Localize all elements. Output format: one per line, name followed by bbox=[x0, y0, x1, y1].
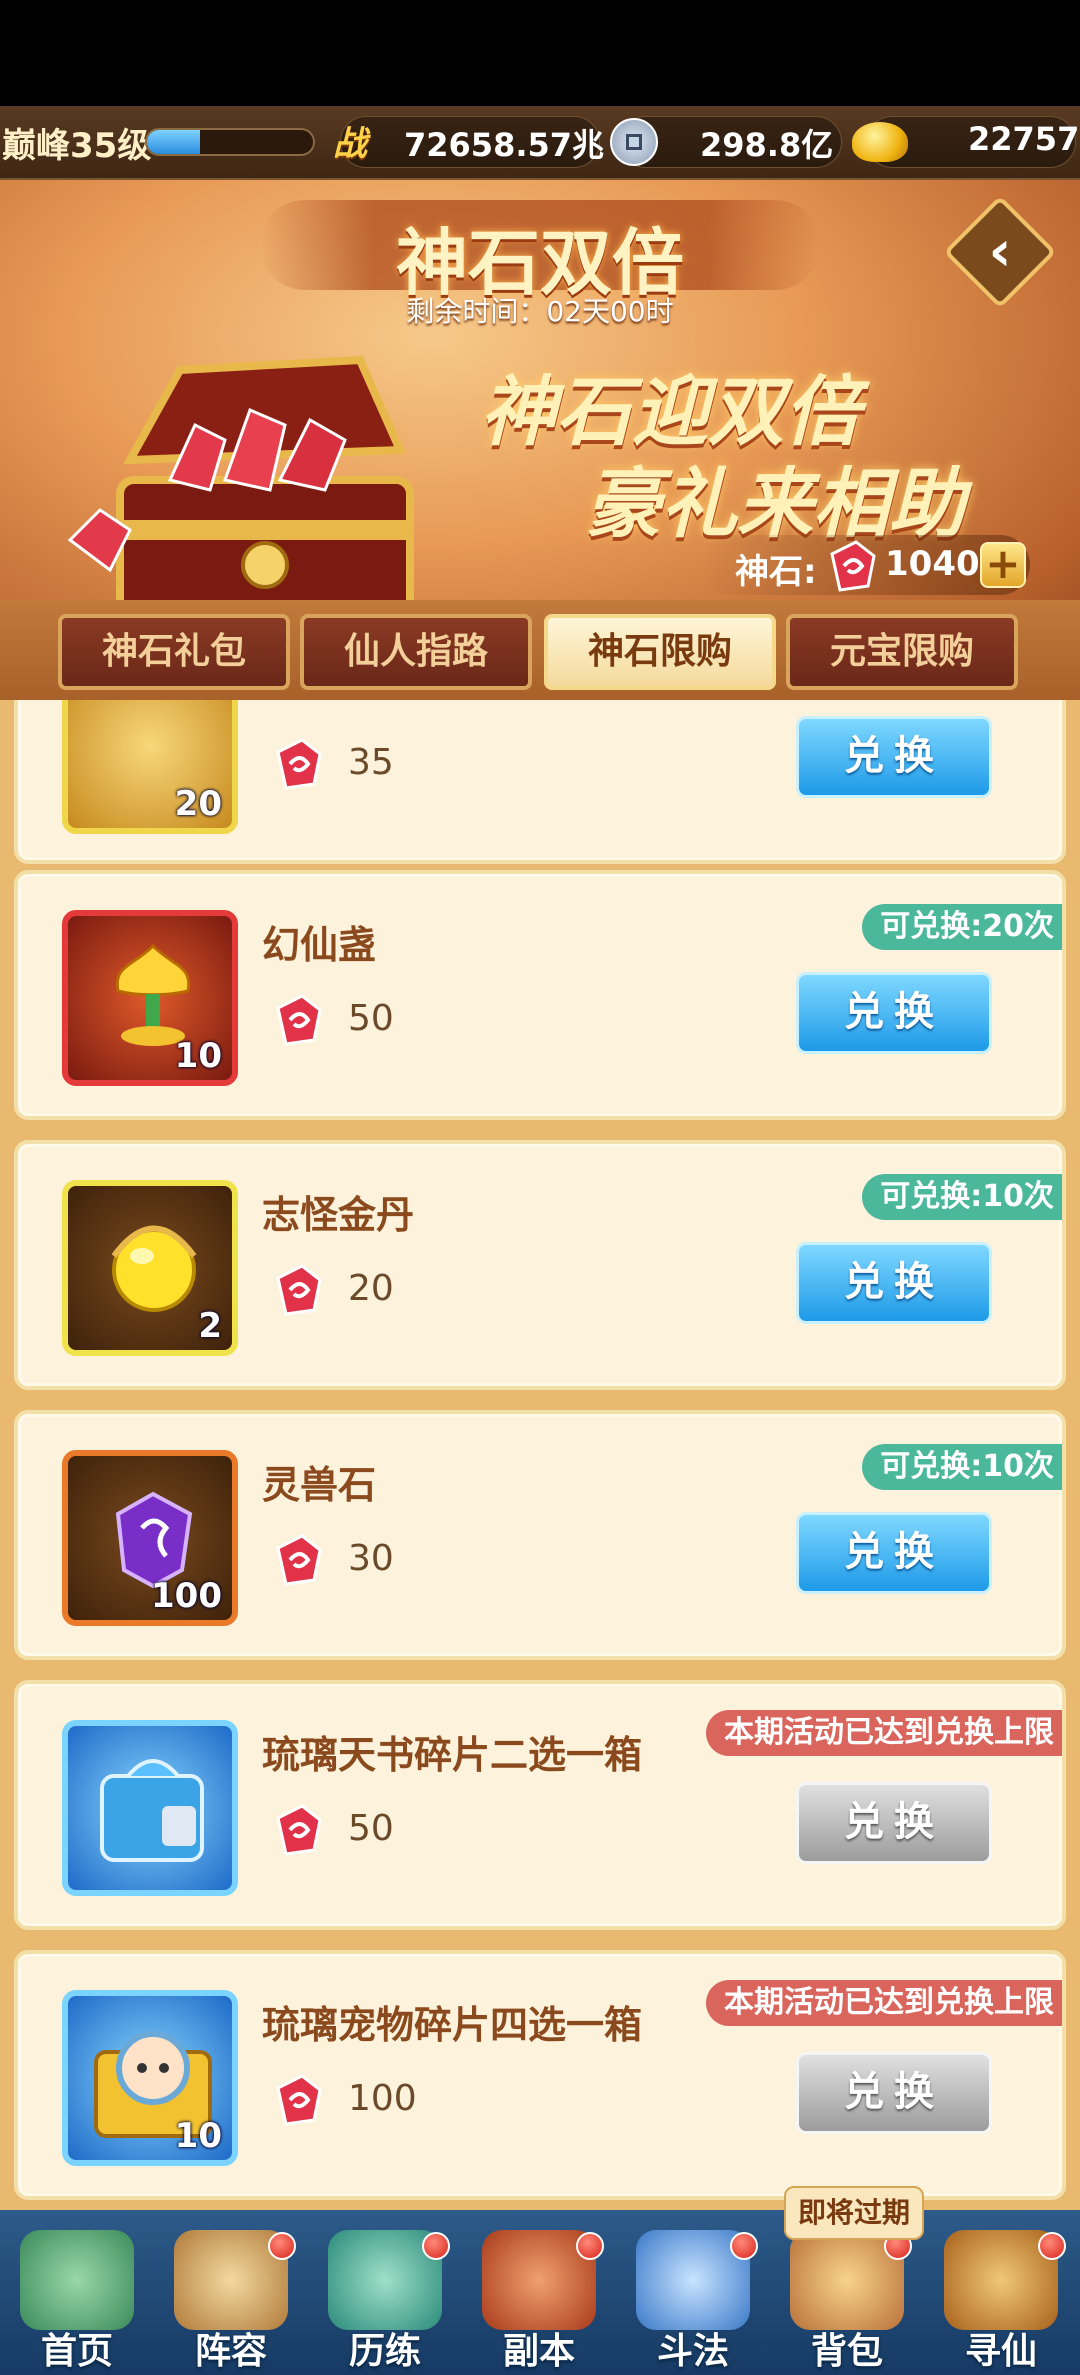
list-item: 2 志怪金丹 可兑换:10次 20 兑换 bbox=[14, 1140, 1066, 1390]
item-name: 志怪金丹 bbox=[262, 1193, 415, 1237]
nav-seek[interactable]: 寻仙 bbox=[924, 2210, 1078, 2375]
nav-label: 副本 bbox=[502, 2331, 575, 2372]
notification-dot bbox=[1038, 2232, 1066, 2260]
item-name: 琉璃宠物碎片四选一箱 bbox=[262, 2003, 643, 2047]
item-list[interactable]: 20 35 兑换 10 幻仙盏 可兑换:20次 50 兑换 2 志怪金丹 可兑换… bbox=[0, 700, 1080, 2210]
gold-ingot-icon bbox=[852, 122, 908, 162]
back-arrow-icon[interactable]: ‹ bbox=[968, 216, 1032, 288]
nav-dungeon[interactable]: 副本 bbox=[462, 2210, 616, 2375]
nav-home[interactable]: 首页 bbox=[0, 2210, 154, 2375]
item-icon: 10 bbox=[62, 1990, 238, 2166]
exchange-limit-badge: 本期活动已达到兑换上限 bbox=[706, 1710, 1062, 1756]
nav-battle[interactable]: 斗法 bbox=[616, 2210, 770, 2375]
item-icon: 100 bbox=[62, 1450, 238, 1626]
stone-label: 神石: bbox=[735, 552, 817, 592]
stone-gem-icon bbox=[830, 540, 876, 592]
notification-dot bbox=[576, 2232, 604, 2260]
item-name: 灵兽石 bbox=[262, 1463, 377, 1507]
item-cost: 50 bbox=[348, 998, 394, 1039]
item-name: 幻仙盏 bbox=[262, 923, 377, 967]
stone-gem-icon bbox=[276, 1804, 322, 1856]
exchange-button-disabled[interactable]: 兑换 bbox=[796, 1782, 992, 1864]
player-level: 巅峰35级 bbox=[2, 126, 152, 166]
top-status-bar: 巅峰35级 战 72658.57兆 298.8亿 22757 bbox=[0, 106, 1080, 180]
exchange-limit-badge: 可兑换:10次 bbox=[862, 1174, 1062, 1220]
list-item: 100 灵兽石 可兑换:10次 30 兑换 bbox=[14, 1410, 1066, 1660]
tab-stone-gift[interactable]: 神石礼包 bbox=[58, 614, 290, 690]
silver-value: 298.8亿 bbox=[700, 126, 834, 164]
nav-label: 寻仙 bbox=[964, 2331, 1037, 2372]
item-count: 100 bbox=[151, 1576, 222, 1616]
nav-label: 背包 bbox=[810, 2331, 883, 2372]
notification-dot bbox=[422, 2232, 450, 2260]
item-icon: 2 bbox=[62, 1180, 238, 1356]
exchange-button[interactable]: 兑换 bbox=[796, 716, 992, 798]
item-cost: 35 bbox=[348, 742, 394, 783]
item-cost: 100 bbox=[348, 2078, 417, 2119]
stone-gem-icon bbox=[276, 1264, 322, 1316]
exchange-button-disabled[interactable]: 兑换 bbox=[796, 2052, 992, 2134]
exp-bar-fill bbox=[147, 130, 201, 154]
golden-pill-icon bbox=[111, 1225, 197, 1312]
remaining-time: 剩余时间：02天00时 bbox=[406, 295, 674, 328]
item-cost: 50 bbox=[348, 1808, 394, 1849]
stone-gem-icon bbox=[276, 738, 322, 790]
gold-value: 22757 bbox=[968, 120, 1080, 158]
home-icon bbox=[20, 2230, 134, 2330]
item-count: 10 bbox=[174, 2116, 222, 2156]
nav-training[interactable]: 历练 bbox=[308, 2210, 462, 2375]
expire-tooltip: 即将过期 bbox=[784, 2186, 924, 2240]
item-count: 2 bbox=[198, 1306, 222, 1346]
exchange-button[interactable]: 兑换 bbox=[796, 1242, 992, 1324]
tab-immortal-guide[interactable]: 仙人指路 bbox=[300, 614, 532, 690]
notification-dot bbox=[730, 2232, 758, 2260]
item-icon: 10 bbox=[62, 910, 238, 1086]
item-icon: 20 bbox=[62, 700, 238, 834]
exchange-limit-badge: 可兑换:10次 bbox=[862, 1444, 1062, 1490]
list-item: 10 幻仙盏 可兑换:20次 50 兑换 bbox=[14, 870, 1066, 1120]
tab-stone-limited[interactable]: 神石限购 bbox=[544, 614, 776, 690]
list-item: 琉璃天书碎片二选一箱 本期活动已达到兑换上限 50 兑换 bbox=[14, 1680, 1066, 1930]
stone-gem-icon bbox=[276, 994, 322, 1046]
screen: 巅峰35级 战 72658.57兆 298.8亿 22757 神石双倍 剩余时间… bbox=[0, 0, 1080, 2375]
silver-coin-icon bbox=[610, 118, 658, 166]
item-cost: 30 bbox=[348, 1538, 394, 1579]
power-value: 72658.57兆 bbox=[404, 126, 605, 164]
nav-label: 历练 bbox=[348, 2331, 421, 2372]
list-item: 20 35 兑换 bbox=[14, 700, 1066, 864]
nav-label: 阵容 bbox=[194, 2331, 267, 2372]
nav-label: 首页 bbox=[40, 2331, 113, 2372]
exchange-limit-badge: 可兑换:20次 bbox=[862, 904, 1062, 950]
power-icon: 战 bbox=[333, 123, 367, 164]
book-fragment-box-icon bbox=[100, 1759, 204, 1862]
item-count: 10 bbox=[174, 1036, 222, 1076]
item-cost: 20 bbox=[348, 1268, 394, 1309]
add-stone-button[interactable]: + bbox=[980, 542, 1026, 588]
exchange-button[interactable]: 兑换 bbox=[796, 972, 992, 1054]
notification-dot bbox=[268, 2232, 296, 2260]
stone-gem-icon bbox=[276, 2074, 322, 2126]
shop-tabs: 神石礼包 仙人指路 神石限购 元宝限购 bbox=[0, 600, 1080, 700]
nav-label: 斗法 bbox=[656, 2331, 729, 2372]
stone-count: 1040 bbox=[885, 544, 980, 584]
exchange-button[interactable]: 兑换 bbox=[796, 1512, 992, 1594]
stone-gem-icon bbox=[276, 1534, 322, 1586]
exchange-limit-badge: 本期活动已达到兑换上限 bbox=[706, 1980, 1062, 2026]
nav-lineup[interactable]: 阵容 bbox=[154, 2210, 308, 2375]
item-name: 琉璃天书碎片二选一箱 bbox=[262, 1733, 643, 1777]
item-count: 20 bbox=[174, 784, 222, 824]
tab-ingot-limited[interactable]: 元宝限购 bbox=[786, 614, 1018, 690]
list-item: 10 琉璃宠物碎片四选一箱 本期活动已达到兑换上限 100 兑换 bbox=[14, 1950, 1066, 2200]
item-icon bbox=[62, 1720, 238, 1896]
exp-bar bbox=[145, 128, 315, 156]
